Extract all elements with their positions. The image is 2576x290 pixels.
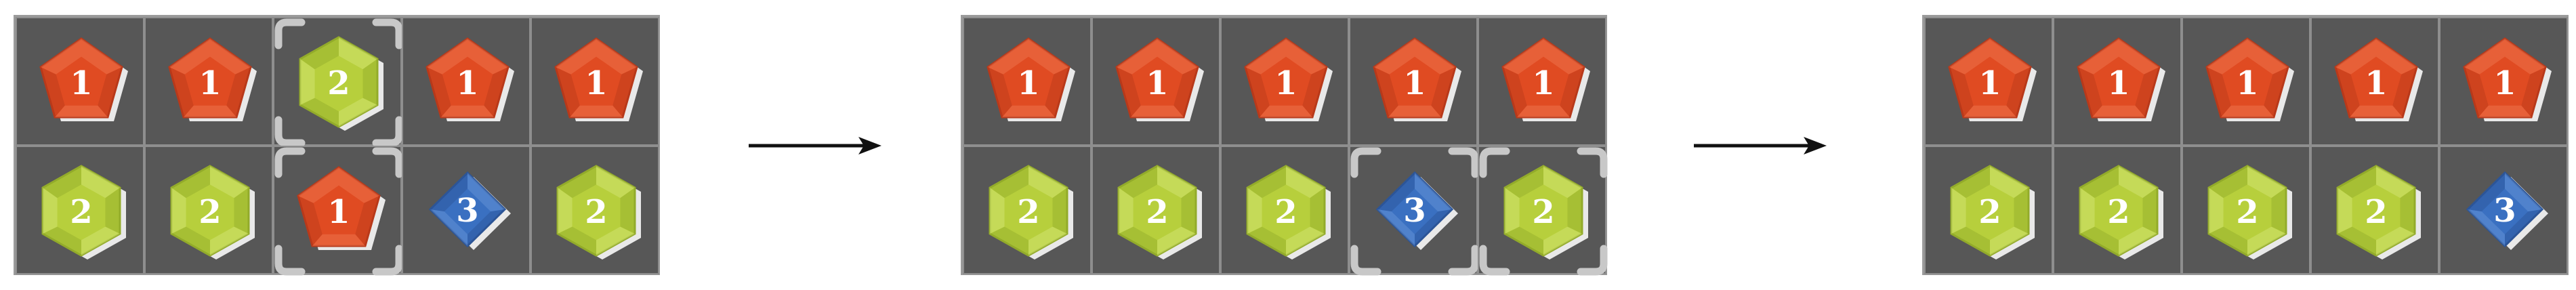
board-cell[interactable]: 1 xyxy=(1478,17,1606,146)
red-pentagon-gem-icon[interactable]: 1 xyxy=(146,18,274,147)
board-cell[interactable]: 1 xyxy=(273,146,403,276)
red-pentagon-gem-icon[interactable]: 1 xyxy=(964,18,1093,147)
green-hexagon-gem-icon[interactable]: 2 xyxy=(146,147,274,276)
board-cell[interactable]: 1 xyxy=(2182,17,2310,146)
gem-number: 1 xyxy=(199,64,221,102)
board-cell[interactable]: 1 xyxy=(2439,17,2568,146)
board-cell[interactable]: 2 xyxy=(273,17,403,147)
board-cell[interactable]: 3 xyxy=(402,146,531,274)
gem-number: 2 xyxy=(70,193,92,231)
gem-number: 2 xyxy=(1274,193,1297,231)
gem-number: 1 xyxy=(327,193,350,231)
gem-number: 2 xyxy=(1532,193,1554,231)
green-hexagon-gem-icon[interactable]: 2 xyxy=(1093,147,1222,276)
board-cell[interactable]: 2 xyxy=(531,146,659,274)
green-hexagon-gem-icon[interactable]: 2 xyxy=(2054,147,2183,276)
red-pentagon-gem-icon[interactable]: 1 xyxy=(1222,18,1350,147)
gem-number: 1 xyxy=(585,64,607,102)
green-hexagon-gem-icon[interactable]: 2 xyxy=(1222,147,1350,276)
gem-number: 1 xyxy=(1403,64,1426,102)
green-hexagon-gem-icon[interactable]: 2 xyxy=(274,18,403,147)
gem-number: 3 xyxy=(2493,192,2516,230)
board-cell[interactable]: 1 xyxy=(144,17,273,146)
board-cell[interactable]: 1 xyxy=(16,17,144,146)
board-cell[interactable]: 1 xyxy=(2053,17,2182,146)
board-cell[interactable]: 1 xyxy=(1220,17,1349,146)
right-arrow-icon xyxy=(1694,137,1827,154)
green-hexagon-gem-icon[interactable]: 2 xyxy=(1926,147,2054,276)
right-arrow-icon xyxy=(749,137,881,154)
board-cell[interactable]: 1 xyxy=(1924,17,2053,146)
red-pentagon-gem-icon[interactable]: 1 xyxy=(2183,18,2312,147)
gem-number: 1 xyxy=(1146,64,1168,102)
board-cell[interactable]: 2 xyxy=(2182,146,2310,274)
gem-number: 2 xyxy=(585,193,607,231)
gem-number: 1 xyxy=(2236,64,2258,102)
game-board-step-3: 1 1 1 1 1 2 2 2 2 3 xyxy=(1922,15,2569,275)
red-pentagon-gem-icon[interactable]: 1 xyxy=(1093,18,1222,147)
red-pentagon-gem-icon[interactable]: 1 xyxy=(1479,18,1608,147)
gem-number: 2 xyxy=(199,193,221,231)
board-cell[interactable]: 2 xyxy=(1924,146,2053,274)
board-cell[interactable]: 2 xyxy=(2053,146,2182,274)
gem-number: 2 xyxy=(327,64,350,102)
green-hexagon-gem-icon[interactable]: 2 xyxy=(1479,147,1608,276)
gem-number: 2 xyxy=(1978,193,2001,231)
red-pentagon-gem-icon[interactable]: 1 xyxy=(1350,18,1479,147)
gem-number: 1 xyxy=(2107,64,2130,102)
gem-number: 2 xyxy=(2236,193,2258,231)
gem-number: 1 xyxy=(2365,64,2387,102)
gem-number: 1 xyxy=(1978,64,2001,102)
gem-number: 1 xyxy=(456,64,478,102)
board-cell[interactable]: 2 xyxy=(144,146,273,274)
green-hexagon-gem-icon[interactable]: 2 xyxy=(964,147,1093,276)
green-hexagon-gem-icon[interactable]: 2 xyxy=(2183,147,2312,276)
red-pentagon-gem-icon[interactable]: 1 xyxy=(1926,18,2054,147)
board-cell[interactable]: 2 xyxy=(1092,146,1220,274)
board-cell[interactable]: 2 xyxy=(16,146,144,274)
gem-number: 2 xyxy=(1146,193,1168,231)
gem-number: 2 xyxy=(1017,193,1039,231)
board-cell[interactable]: 1 xyxy=(1092,17,1220,146)
red-pentagon-gem-icon[interactable]: 1 xyxy=(274,147,403,276)
green-hexagon-gem-icon[interactable]: 2 xyxy=(532,147,661,276)
board-cell[interactable]: 1 xyxy=(531,17,659,146)
gem-number: 1 xyxy=(1017,64,1039,102)
gem-number: 1 xyxy=(1274,64,1297,102)
board-cell[interactable]: 2 xyxy=(963,146,1092,274)
red-pentagon-gem-icon[interactable]: 1 xyxy=(532,18,661,147)
board-cell[interactable]: 3 xyxy=(1349,146,1479,276)
gem-number: 1 xyxy=(70,64,92,102)
red-pentagon-gem-icon[interactable]: 1 xyxy=(17,18,146,147)
game-board-step-1: 1 1 2 1 1 2 2 1 3 2 xyxy=(14,15,660,276)
gem-number: 1 xyxy=(2493,64,2516,102)
gem-number: 3 xyxy=(456,192,478,230)
blue-diamond-gem-icon[interactable]: 3 xyxy=(1350,147,1479,276)
board-cell[interactable]: 1 xyxy=(963,17,1092,146)
gem-number: 2 xyxy=(2107,193,2130,231)
blue-diamond-gem-icon[interactable]: 3 xyxy=(403,147,532,276)
green-hexagon-gem-icon[interactable]: 2 xyxy=(17,147,146,276)
board-cell[interactable]: 1 xyxy=(1349,17,1478,146)
red-pentagon-gem-icon[interactable]: 1 xyxy=(403,18,532,147)
board-cell[interactable]: 1 xyxy=(2310,17,2439,146)
gem-number: 1 xyxy=(1532,64,1554,102)
gem-number: 2 xyxy=(2365,193,2387,231)
blue-diamond-gem-icon[interactable]: 3 xyxy=(2440,147,2569,276)
board-cell[interactable]: 2 xyxy=(2310,146,2439,274)
gem-number: 3 xyxy=(1403,192,1426,230)
board-cell[interactable]: 1 xyxy=(402,17,531,146)
red-pentagon-gem-icon[interactable]: 1 xyxy=(2312,18,2440,147)
green-hexagon-gem-icon[interactable]: 2 xyxy=(2312,147,2440,276)
board-cell[interactable]: 2 xyxy=(1220,146,1349,274)
red-pentagon-gem-icon[interactable]: 1 xyxy=(2054,18,2183,147)
game-board-step-2: 1 1 1 1 1 2 2 2 3 2 xyxy=(961,15,1608,276)
board-cell[interactable]: 3 xyxy=(2439,146,2568,274)
red-pentagon-gem-icon[interactable]: 1 xyxy=(2440,18,2569,147)
board-cell[interactable]: 2 xyxy=(1478,146,1608,276)
